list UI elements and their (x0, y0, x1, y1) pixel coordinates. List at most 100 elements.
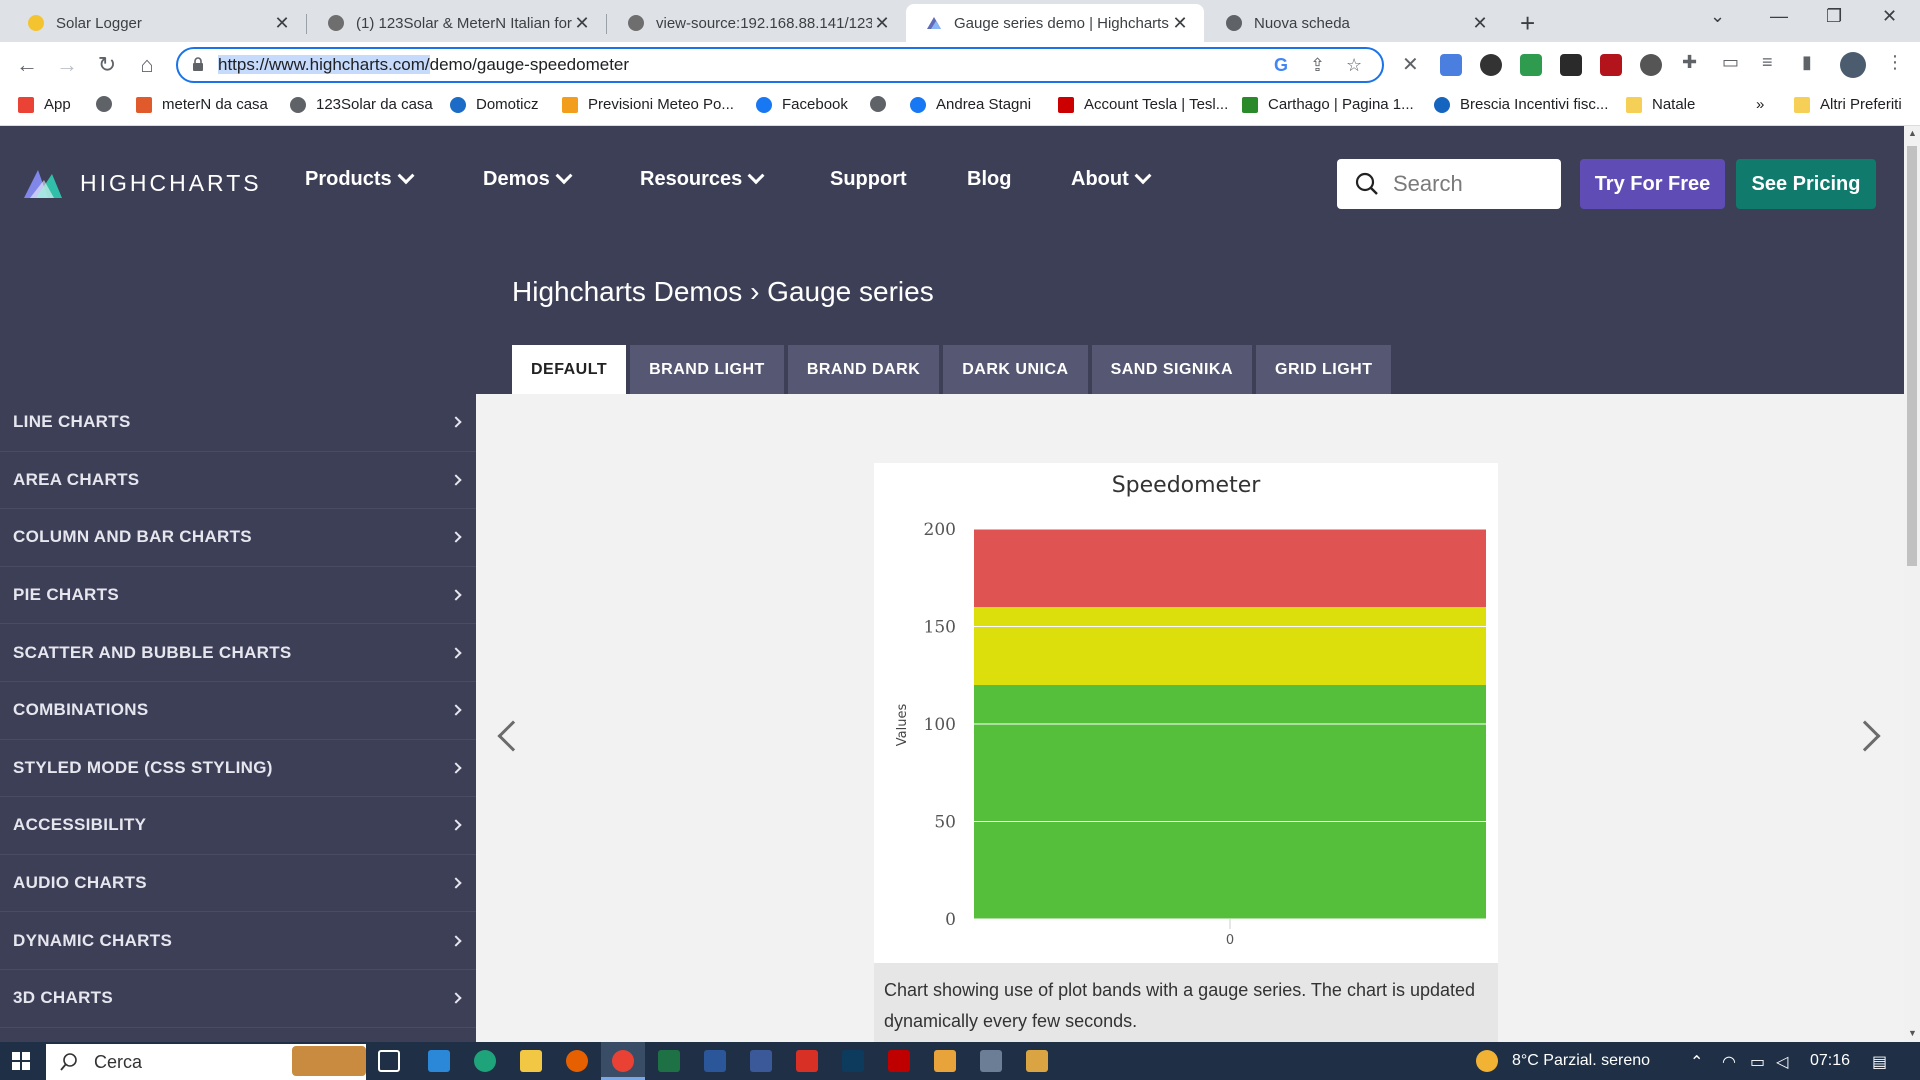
sidebar-item-line-charts[interactable]: LINE CHARTS (0, 394, 476, 452)
avatar[interactable] (1840, 52, 1866, 78)
bookmarks-overflow[interactable]: » (1756, 96, 1764, 113)
notifications-icon[interactable]: ▤ (1872, 1052, 1887, 1072)
close-tab-icon[interactable]: ✕ (1470, 13, 1490, 34)
filezilla-icon[interactable] (888, 1050, 910, 1072)
excel-icon[interactable] (658, 1050, 680, 1072)
close-tab-icon[interactable]: ✕ (872, 13, 892, 34)
browser-tab-active[interactable]: Gauge series demo | Highcharts.c ✕ (906, 4, 1204, 42)
site-search-input[interactable]: Search (1337, 159, 1561, 209)
bookmark-folder[interactable]: Natale (1626, 96, 1695, 113)
restore-button[interactable]: ❐ (1826, 6, 1842, 27)
weather-text[interactable]: 8°C Parzial. sereno (1512, 1052, 1650, 1070)
sidebar-item-area-charts[interactable]: AREA CHARTS (0, 452, 476, 510)
bookmark-folder[interactable]: Altri Preferiti (1794, 96, 1902, 113)
sidebar-item-pie-charts[interactable]: PIE CHARTS (0, 567, 476, 625)
bookmark-item[interactable]: Account Tesla | Tesl... (1058, 96, 1228, 113)
bookmark-item[interactable] (96, 96, 122, 112)
windows-start-icon[interactable] (12, 1052, 30, 1070)
theme-tab-brand-light[interactable]: BRAND LIGHT (630, 345, 784, 394)
reading-list-icon[interactable]: ≡ (1762, 52, 1773, 73)
wifi-icon[interactable]: ◠ (1722, 1052, 1736, 1072)
sidebar-item-dynamic-charts[interactable]: DYNAMIC CHARTS (0, 912, 476, 970)
google-icon[interactable]: G (1274, 55, 1288, 76)
sidebar-item-3d-charts[interactable]: 3D CHARTS (0, 970, 476, 1028)
extension-icon[interactable] (1480, 54, 1502, 76)
theme-tab-dark-unica[interactable]: DARK UNICA (943, 345, 1088, 394)
photoshop-icon[interactable] (842, 1050, 864, 1072)
close-tab-icon[interactable]: ✕ (272, 13, 292, 34)
outlook-icon[interactable] (428, 1050, 450, 1072)
bookmark-apps[interactable]: App (18, 96, 71, 113)
page-scrollbar[interactable]: ▲ ▼ (1904, 126, 1920, 1042)
weather-icon[interactable] (1476, 1050, 1498, 1072)
close-tab-icon[interactable]: ✕ (1170, 13, 1190, 34)
bookmark-item[interactable]: meterN da casa (136, 96, 268, 113)
bookmark-item[interactable]: Previsioni Meteo Po... (562, 96, 734, 113)
theme-tab-default[interactable]: DEFAULT (512, 345, 627, 394)
bookmark-star-icon[interactable]: ☆ (1346, 55, 1362, 76)
address-bar[interactable]: https://www.highcharts.com/demo/gauge-sp… (176, 47, 1384, 83)
share-icon[interactable]: ⇪ (1310, 55, 1325, 76)
bookmark-item[interactable]: Facebook (756, 96, 848, 113)
h-extension-icon[interactable] (1560, 54, 1582, 76)
scroll-down-arrow-icon[interactable]: ▼ (1908, 1028, 1917, 1038)
see-pricing-button[interactable]: See Pricing (1736, 159, 1876, 209)
sidebar-item-styled-mode[interactable]: STYLED MODE (CSS STYLING) (0, 740, 476, 798)
home-button[interactable]: ⌂ (132, 50, 162, 80)
menu-dots-icon[interactable]: ⋮ (1886, 52, 1904, 73)
side-panel-icon[interactable]: ▮ (1802, 52, 1812, 73)
browser-tab[interactable]: Solar Logger ✕ (8, 4, 306, 42)
extension-icon[interactable] (1640, 54, 1662, 76)
browser-tab[interactable]: Nuova scheda ✕ (1206, 4, 1504, 42)
app-icon[interactable] (796, 1050, 818, 1072)
translate-extension-icon[interactable] (1440, 54, 1462, 76)
forward-button[interactable]: → (52, 50, 82, 80)
network-app-icon[interactable] (980, 1050, 1002, 1072)
bookmark-item[interactable]: Brescia Incentivi fisc... (1434, 96, 1608, 113)
tab-search-icon[interactable]: ⌄ (1710, 6, 1725, 27)
sidebar-item-combinations[interactable]: COMBINATIONS (0, 682, 476, 740)
theme-tab-brand-dark[interactable]: BRAND DARK (787, 345, 940, 394)
bookmark-item[interactable] (870, 96, 896, 112)
close-tab-icon[interactable]: ✕ (572, 13, 592, 34)
nav-products[interactable]: Products (305, 166, 415, 191)
edge-icon[interactable] (474, 1050, 496, 1072)
sidebar-item-scatter-bubble[interactable]: SCATTER AND BUBBLE CHARTS (0, 624, 476, 682)
extension-x-icon[interactable]: ✕ (1402, 52, 1419, 77)
sidebar-item-audio-charts[interactable]: AUDIO CHARTS (0, 855, 476, 913)
facebook-app-icon[interactable] (750, 1050, 772, 1072)
cast-icon[interactable]: ▭ (1722, 52, 1739, 73)
reload-button[interactable]: ↻ (92, 50, 122, 80)
bookmark-item[interactable]: Andrea Stagni (910, 96, 1031, 113)
task-view-icon[interactable] (378, 1050, 400, 1072)
scroll-up-arrow-icon[interactable]: ▲ (1908, 128, 1917, 138)
search-highlight-icon[interactable] (292, 1046, 366, 1076)
firefox-icon[interactable] (566, 1050, 588, 1072)
clock[interactable]: 07:16 (1810, 1052, 1850, 1070)
url-text[interactable]: https://www.highcharts.com/demo/gauge-sp… (218, 55, 629, 75)
media-app-icon[interactable] (1026, 1050, 1048, 1072)
shield-extension-icon[interactable] (1520, 54, 1542, 76)
minimize-button[interactable]: — (1770, 6, 1788, 27)
volume-icon[interactable]: ◁ (1776, 1052, 1788, 1072)
scrollbar-thumb[interactable] (1907, 146, 1917, 566)
battery-icon[interactable]: ▭ (1750, 1052, 1765, 1072)
word-icon[interactable] (704, 1050, 726, 1072)
back-button[interactable]: ← (12, 50, 42, 80)
theme-tab-sand-signika[interactable]: SAND SIGNIKA (1091, 345, 1253, 394)
try-for-free-button[interactable]: Try For Free (1580, 159, 1725, 209)
close-window-button[interactable]: ✕ (1882, 6, 1897, 27)
bookmark-item[interactable]: 123Solar da casa (290, 96, 433, 113)
nav-blog[interactable]: Blog (967, 168, 1011, 191)
puzzle-icon[interactable]: ✚ (1682, 52, 1697, 73)
next-demo-arrow-icon[interactable] (1849, 720, 1881, 752)
highcharts-logo[interactable]: HIGHCHARTS (22, 164, 262, 202)
nav-resources[interactable]: Resources (640, 166, 765, 191)
bookmark-item[interactable]: Carthago | Pagina 1... (1242, 96, 1414, 113)
sidebar-item-accessibility[interactable]: ACCESSIBILITY (0, 797, 476, 855)
browser-tab[interactable]: (1) 123Solar & MeterN Italian for ✕ (308, 4, 606, 42)
app-icon[interactable] (934, 1050, 956, 1072)
sidebar-item-column-bar-charts[interactable]: COLUMN AND BAR CHARTS (0, 509, 476, 567)
new-tab-button[interactable]: + (1520, 8, 1535, 39)
file-explorer-icon[interactable] (520, 1050, 542, 1072)
